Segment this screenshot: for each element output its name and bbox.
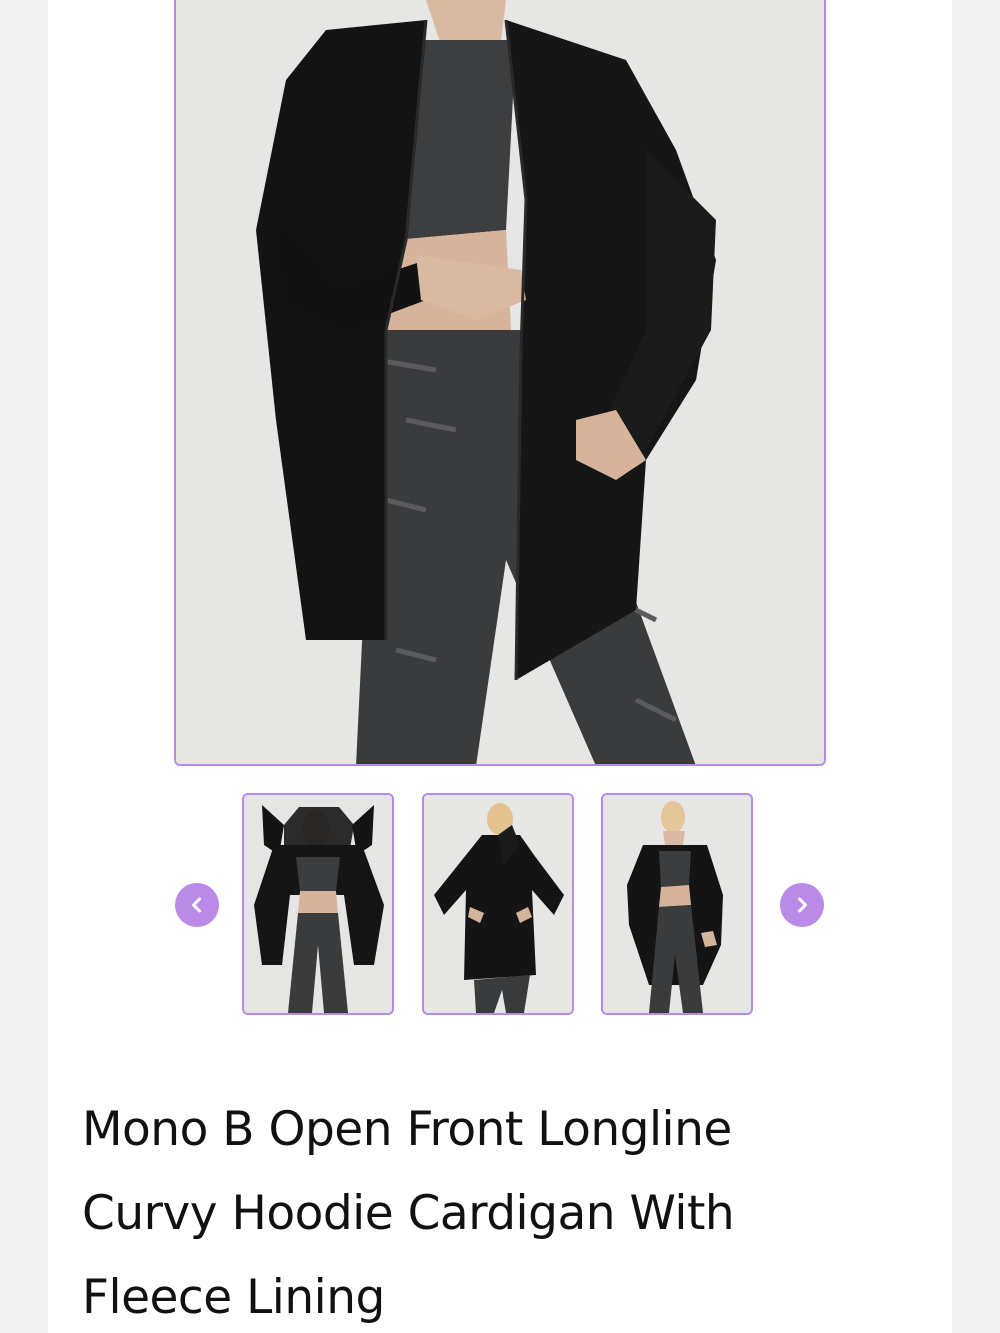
gallery-thumbnail-3[interactable] <box>601 793 753 1015</box>
chevron-right-icon <box>798 897 807 913</box>
model-back-view-photo <box>424 795 572 1013</box>
gallery-prev-button[interactable] <box>175 883 219 927</box>
page: Mono B Open Front Longline Curvy Hoodie … <box>0 0 1000 1333</box>
model-hood-up-photo <box>244 795 392 1013</box>
model-front-view-photo <box>176 0 824 764</box>
gallery-thumbnail-2[interactable] <box>422 793 574 1015</box>
product-title: Mono B Open Front Longline Curvy Hoodie … <box>82 1102 735 1325</box>
model-front-pocket-photo <box>603 795 751 1013</box>
chevron-left-icon <box>192 897 201 913</box>
main-product-image[interactable] <box>174 0 826 766</box>
gallery-next-button[interactable] <box>780 883 824 927</box>
gallery-thumbnail-1[interactable] <box>242 793 394 1015</box>
